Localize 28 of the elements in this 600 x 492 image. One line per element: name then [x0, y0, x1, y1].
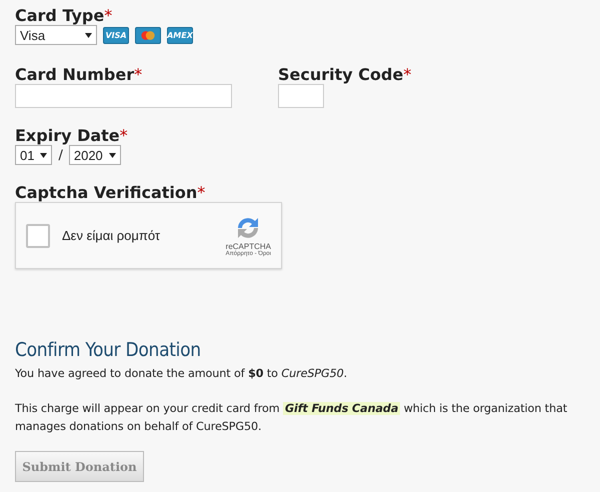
card-logo [135, 26, 161, 44]
section-heading: Confirm Your Donation [15, 339, 202, 361]
required-mark: * [104, 6, 112, 25]
card-number-field[interactable] [15, 84, 232, 108]
required-mark: * [197, 183, 206, 202]
field-label: Card Type [15, 6, 104, 25]
card-logo: AMEX [167, 26, 193, 44]
agreement-text: You have agreed to donate the amount of $0 to CureSPG50. [15, 366, 348, 382]
caret-icon [40, 152, 48, 158]
recaptcha-brand: reCAPTCHA [226, 242, 271, 251]
month-select[interactable]: 01 [15, 145, 52, 165]
card-type-select[interactable]: Visa [15, 25, 97, 45]
required-mark: * [134, 65, 142, 84]
captcha-checkbox[interactable] [26, 224, 50, 248]
security-code-field[interactable] [278, 84, 324, 108]
required-mark: * [120, 126, 128, 145]
field-label: Security Code [278, 65, 404, 84]
card-logo: VISA [103, 26, 129, 44]
charge-text: This charge will appear on your credit card from Gift Funds Canada which is the organization that manages donations on behalf of CureSPG50. [15, 401, 568, 435]
field-label: Captcha Verification [15, 183, 198, 202]
required-mark: * [403, 65, 412, 84]
caret-icon [108, 152, 116, 158]
date-separator: / [58, 148, 63, 162]
caret-icon [85, 32, 92, 38]
year-select[interactable]: 2020 [68, 145, 121, 165]
captcha-label: Δεν είμαι ρομπότ [62, 228, 162, 243]
field-label: Expiry Date [15, 126, 120, 145]
field-label: Card Number [15, 65, 134, 84]
